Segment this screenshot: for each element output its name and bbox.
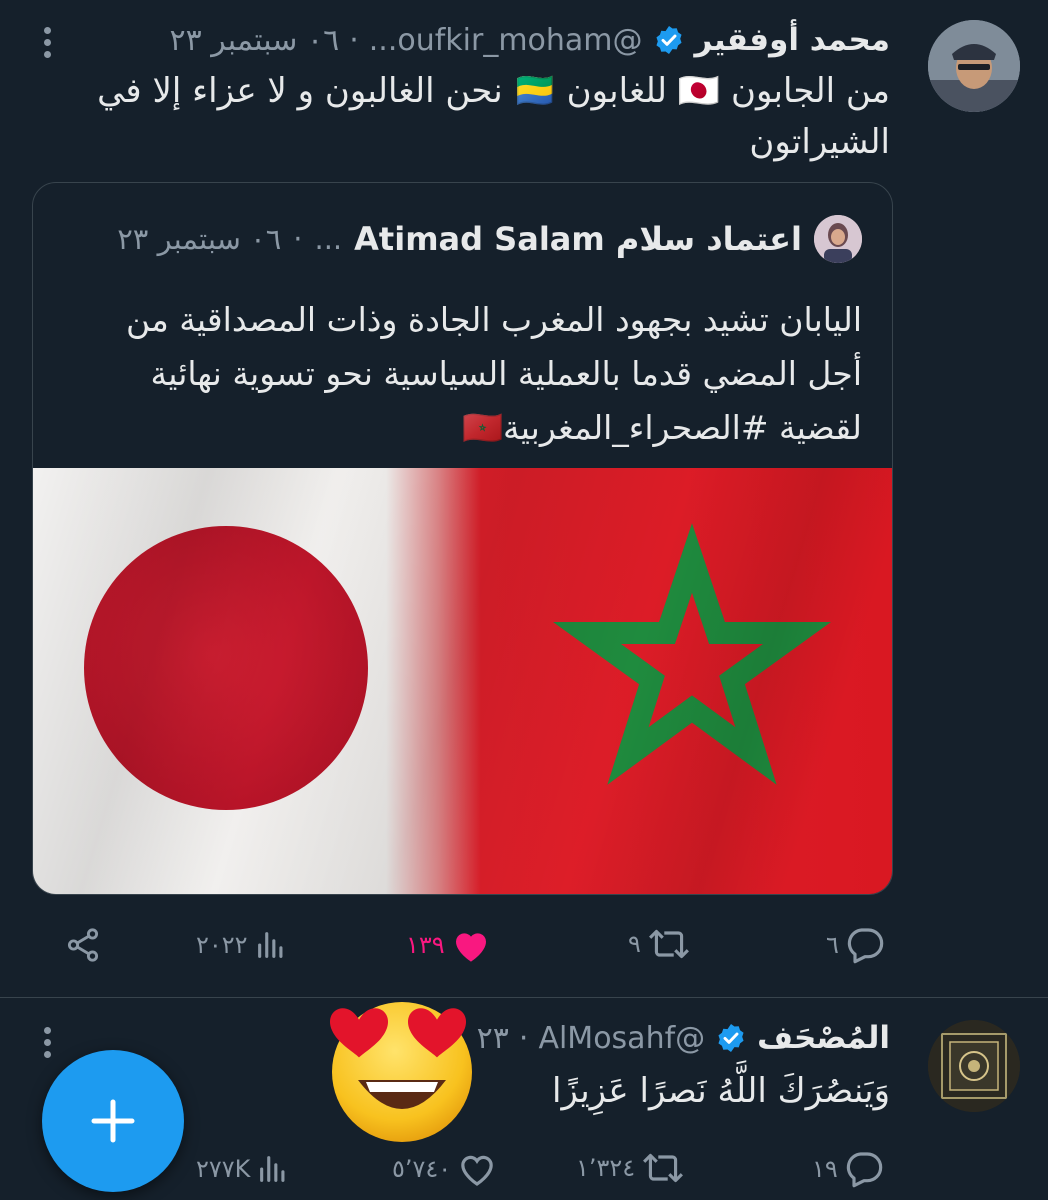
author-name[interactable]: محمد أوفقير: [695, 22, 890, 58]
compose-button[interactable]: [42, 1050, 184, 1192]
tweet-header: محمد أوفقير @oufkir_moham... · ٠٦ سبتمبر…: [169, 22, 890, 58]
quoted-text-line: أجل المضي قدما بالعملية السياسية نحو تسو…: [150, 354, 862, 393]
retweets-count: ٩: [628, 930, 641, 958]
quoted-author-handle: ...: [314, 222, 343, 256]
like-button[interactable]: ٥٬٧٤٠: [392, 1150, 497, 1188]
replies-count: ٦: [826, 931, 839, 959]
reply-button[interactable]: ٦: [826, 926, 885, 964]
retweet-button[interactable]: ٩: [628, 926, 691, 962]
views-icon: [257, 932, 283, 958]
tweet-text: من الجابون 🇯🇵 للغابون 🇬🇦 نحن الغالبون و …: [50, 66, 890, 168]
reply-icon: [846, 1152, 883, 1188]
likes-count: ١٣٩: [406, 931, 445, 959]
tweet-text: وَيَنصُرَكَ اللَّهُ نَصرًا عَزِيزًا: [552, 1071, 890, 1111]
author-avatar[interactable]: [928, 1020, 1020, 1112]
quoted-tweet-header: اعتماد سلام Atimad Salam ... · ٠٦ سبتمبر…: [117, 215, 862, 263]
more-options-icon[interactable]: [44, 22, 51, 63]
retweet-icon: [648, 929, 689, 959]
verified-badge-icon: [655, 26, 682, 54]
share-icon: [67, 928, 99, 962]
author-handle[interactable]: @oufkir_moham...: [369, 23, 643, 58]
tweet-header: المُصْحَف @AlMosahf · ٢٣: [477, 1020, 890, 1056]
heart-eyes-emoji-icon: [329, 1002, 472, 1142]
like-button[interactable]: ١٣٩: [406, 926, 491, 964]
quoted-tweet-date: ٠٦ سبتمبر ٢٣: [117, 222, 282, 256]
separator-dot: ·: [293, 222, 303, 256]
retweet-button[interactable]: ١٬٣٢٤: [576, 1150, 685, 1186]
views-count: ٢٠٢٢: [196, 931, 248, 959]
retweets-count: ١٬٣٢٤: [576, 1154, 636, 1182]
reply-icon: [847, 928, 884, 964]
quoted-text-line: اليابان تشيد بجهود المغرب الجادة وذات ال…: [125, 300, 862, 339]
plus-icon: [91, 1099, 135, 1143]
quoted-text-line: لقضية #الصحراء_المغربية🇲🇦: [461, 408, 862, 447]
separator-dot: ·: [518, 1020, 529, 1056]
tweet-actions: ٢٠٢٢ ١٣٩ ٩ ٦: [0, 922, 1048, 972]
share-button[interactable]: [64, 926, 102, 964]
author-name[interactable]: المُصْحَف: [757, 1020, 890, 1056]
author-avatar[interactable]: [928, 20, 1020, 112]
reply-button[interactable]: ١٩: [812, 1150, 884, 1188]
quoted-author-avatar: [814, 215, 862, 263]
verified-badge-icon: [718, 1024, 744, 1052]
views-count: ٢٧٧K: [196, 1155, 251, 1183]
views-icon: [260, 1156, 285, 1182]
views-button[interactable]: ٢٧٧K: [196, 1152, 290, 1186]
quoted-author-name: اعتماد سلام Atimad Salam: [354, 220, 802, 258]
tweet-text-line: الشيراتون: [749, 122, 890, 162]
heart-filled-icon: [455, 933, 486, 962]
views-button[interactable]: ٢٠٢٢: [196, 928, 288, 962]
tweet-text-line: من الجابون 🇯🇵 للغابون 🇬🇦 نحن الغالبون و …: [97, 71, 890, 111]
separator-dot: ·: [349, 22, 359, 58]
likes-count: ٥٬٧٤٠: [392, 1155, 452, 1183]
retweet-icon: [643, 1153, 684, 1183]
author-handle[interactable]: @AlMosahf: [538, 1021, 705, 1056]
quoted-tweet[interactable]: اعتماد سلام Atimad Salam ... · ٠٦ سبتمبر…: [32, 182, 893, 895]
heart-icon: [461, 1155, 493, 1186]
flags-image[interactable]: [33, 468, 893, 895]
quoted-tweet-text: اليابان تشيد بجهود المغرب الجادة وذات ال…: [62, 293, 862, 455]
tweet-date[interactable]: ٠٦ سبتمبر ٢٣: [169, 23, 339, 58]
replies-count: ١٩: [812, 1155, 838, 1183]
